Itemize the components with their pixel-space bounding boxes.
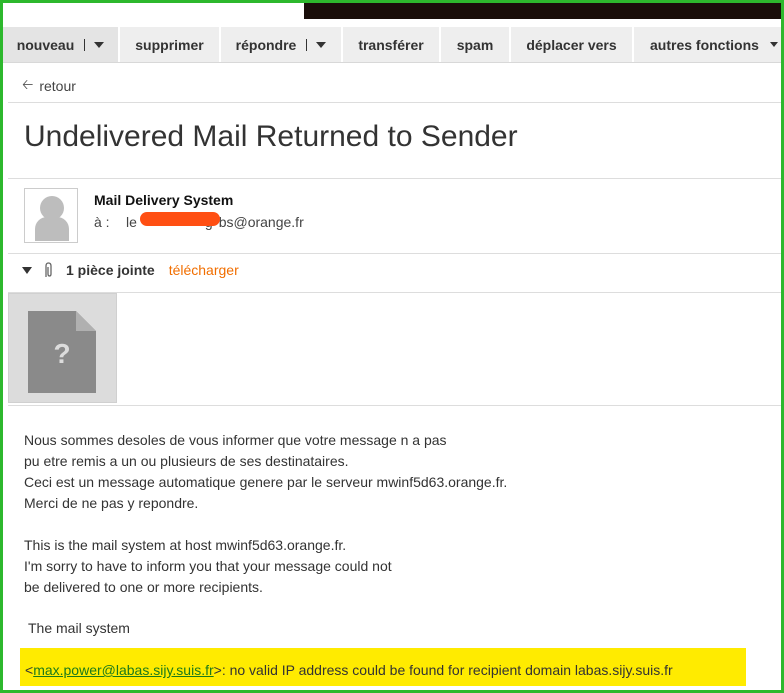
recipient-email-link[interactable]: max.power@labas.sijy.suis.fr [33,662,213,678]
error-message: >: no valid IP address could be found fo… [213,662,673,678]
arrow-left-icon: 🡠 [22,76,34,92]
sender-name[interactable]: Mail Delivery System [94,192,233,208]
new-button[interactable]: nouveau [3,27,120,62]
body-line: Nous sommes desoles de vous informer que… [24,432,447,448]
move-to-button[interactable]: déplacer vers [511,27,634,62]
svg-text:?: ? [53,338,70,369]
delete-button[interactable]: supprimer [120,27,221,62]
avatar-body-shape [35,217,69,241]
recipient-address-start: le [126,214,137,230]
more-actions-button[interactable]: autres fonctions [634,27,781,62]
divider [8,178,781,179]
back-label: retour [39,78,76,94]
signature: The mail system [28,620,130,636]
body-line: This is the mail system at host mwinf5d6… [24,537,347,553]
spam-button[interactable]: spam [441,27,511,62]
divider [8,253,781,254]
new-button-label: nouveau [16,36,75,53]
attachment-thumbnail[interactable]: ? [8,293,117,403]
body-line: Ceci est un message automatique genere p… [24,474,508,490]
forward-button-label: transférer [358,36,424,53]
move-to-button-label: déplacer vers [526,36,617,53]
paperclip-icon [45,262,52,277]
divider [8,292,781,293]
chevron-down-icon[interactable] [316,41,327,48]
body-line: be delivered to one or more recipients. [24,579,263,595]
error-open-bracket: < [25,662,34,678]
top-strip [304,3,781,19]
body-line: I'm sorry to have to inform you that you… [24,558,392,574]
recipient-prefix: à : [94,214,110,230]
more-actions-label: autres fonctions [650,36,759,53]
chevron-down-icon[interactable] [94,41,105,48]
message-subject: Undelivered Mail Returned to Sender [24,120,518,153]
redaction-mark [140,212,220,226]
split-divider [84,38,86,51]
split-divider [306,38,308,51]
chevron-down-icon[interactable] [770,42,778,47]
divider [8,405,781,406]
recipient-address-end: bs@orange.fr [218,214,304,230]
body-line: pu etre remis a un ou plusieurs de ses d… [24,453,349,469]
reply-button-label: répondre [235,36,297,53]
divider [8,102,781,103]
reply-button[interactable]: répondre [221,27,343,62]
message-body: Nous sommes desoles de vous informer que… [24,430,507,598]
avatar [24,188,78,243]
spam-button-label: spam [456,36,494,53]
delete-button-label: supprimer [135,36,204,53]
collapse-toggle-icon[interactable] [22,266,32,274]
toolbar: nouveau supprimer répondre transférer sp… [3,27,781,63]
error-line: <max.power@labas.sijy.suis.fr>: no valid… [25,662,673,678]
attachment-count: 1 pièce jointe [66,262,155,278]
download-link[interactable]: télécharger [169,262,239,278]
forward-button[interactable]: transférer [343,27,441,62]
back-link[interactable]: 🡠 retour [22,74,76,98]
attachments-bar: 1 pièce jointe télécharger [22,262,239,278]
unknown-file-icon: ? [28,311,96,393]
body-line: Merci de ne pas y repondre. [24,495,199,511]
